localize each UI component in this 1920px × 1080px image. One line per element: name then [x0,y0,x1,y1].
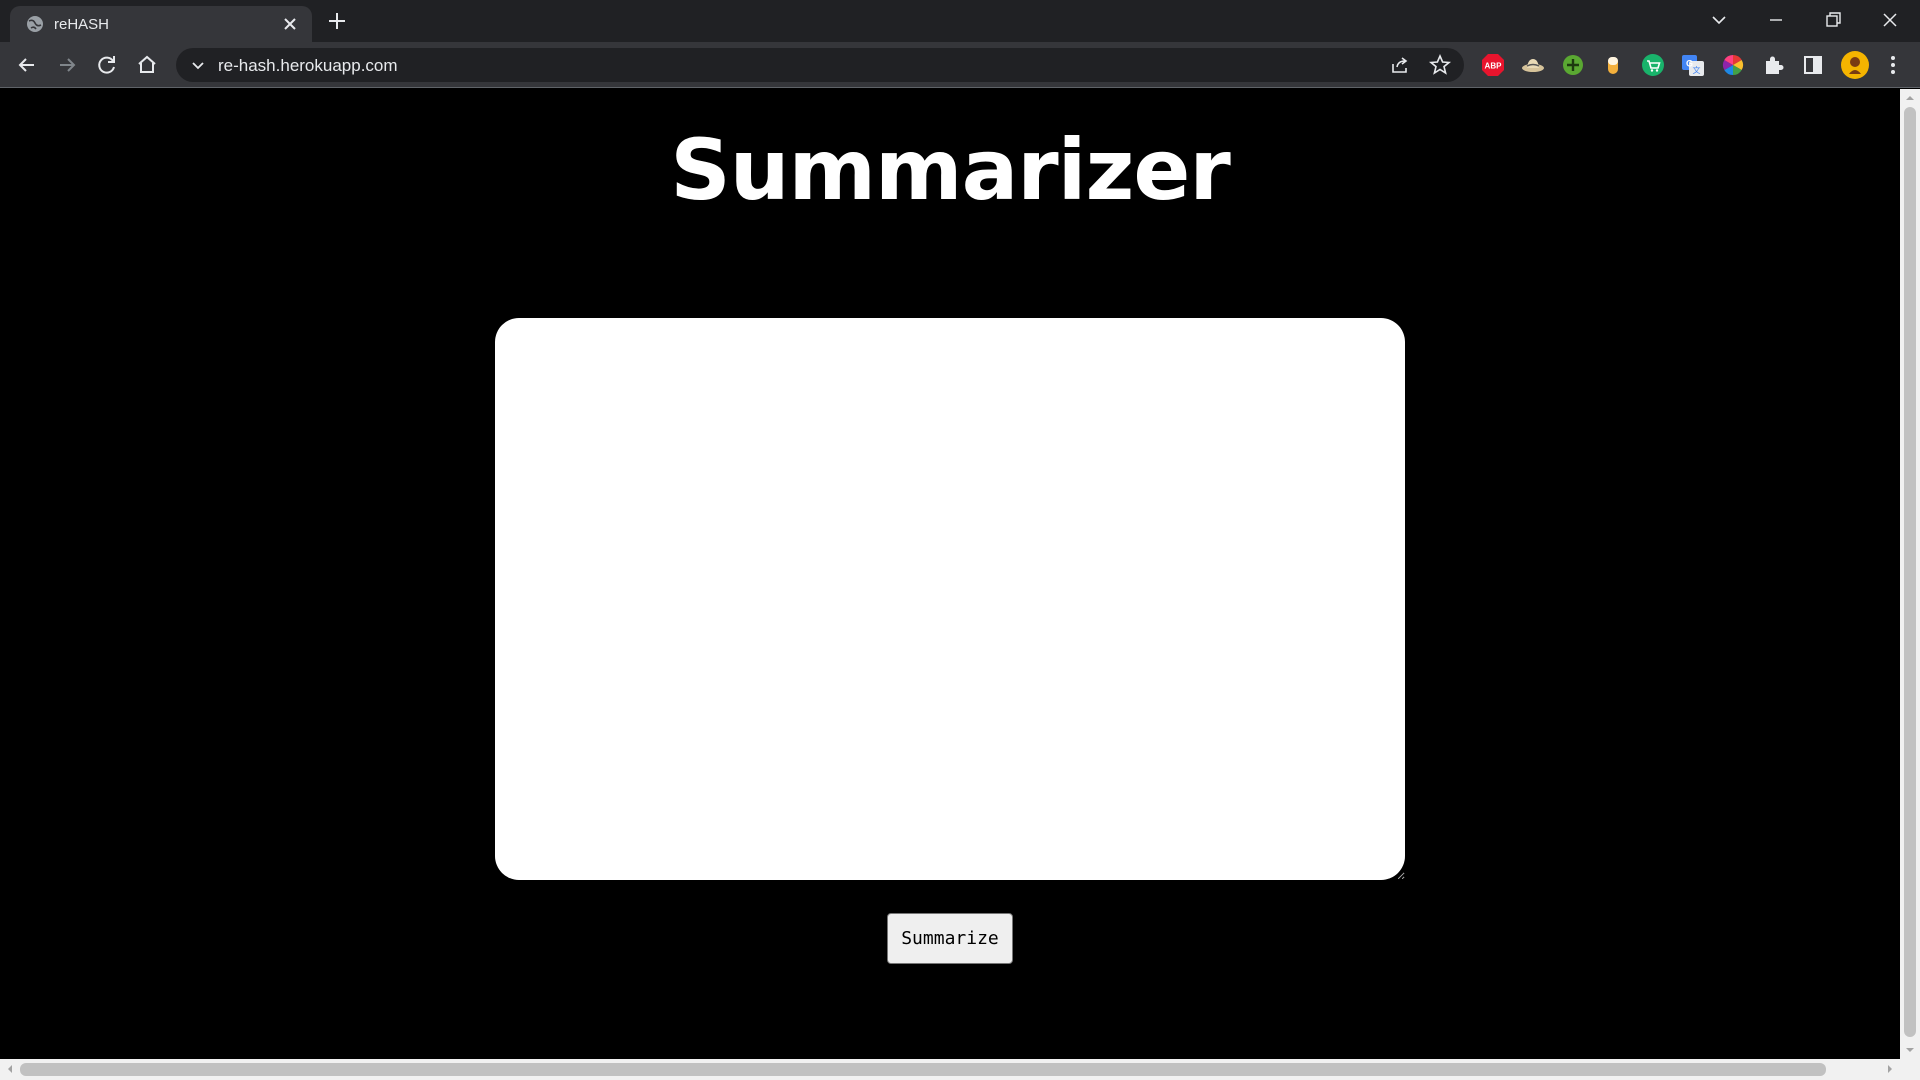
tab-rehash[interactable]: reHASH [10,6,312,42]
browser-toolbar: re-hash.herokuapp.com ABP G 文 [0,42,1920,88]
tab-search-icon[interactable] [1707,8,1731,32]
menu-kebab-icon[interactable] [1880,52,1906,78]
reload-icon[interactable] [94,52,120,78]
home-icon[interactable] [134,52,160,78]
close-tab-icon[interactable] [280,14,300,34]
site-info-icon[interactable] [186,53,210,77]
cart-icon[interactable] [1640,52,1666,78]
translate-icon[interactable]: G 文 [1680,52,1706,78]
page-title: Summarizer [670,121,1231,219]
extensions-puzzle-icon[interactable] [1760,52,1786,78]
new-tab-icon[interactable] [326,10,348,32]
scroll-up-icon[interactable] [1904,92,1916,104]
green-plus-icon[interactable] [1560,52,1586,78]
scroll-right-icon[interactable] [1884,1063,1896,1075]
globe-icon [27,16,43,32]
forward-icon[interactable] [54,52,80,78]
minimize-icon[interactable] [1764,8,1788,32]
svg-text:ABP: ABP [1485,62,1503,71]
share-icon[interactable] [1388,53,1412,77]
drop-icon[interactable] [1600,52,1626,78]
text-input-area[interactable] [495,318,1405,880]
color-wheel-icon[interactable] [1720,52,1746,78]
svg-text:文: 文 [1693,65,1701,75]
profile-avatar-icon[interactable] [1840,50,1870,80]
address-bar[interactable]: re-hash.herokuapp.com [176,48,1464,82]
adblock-plus-icon[interactable]: ABP [1480,52,1506,78]
url-text[interactable]: re-hash.herokuapp.com [218,56,398,76]
vertical-scrollbar[interactable] [1900,89,1920,1059]
hat-icon[interactable] [1520,52,1546,78]
scroll-left-icon[interactable] [4,1063,16,1075]
side-panel-icon[interactable] [1800,52,1826,78]
tab-title: reHASH [54,16,110,33]
page-viewport: Summarizer Summarize [0,89,1900,1059]
vertical-scroll-thumb[interactable] [1904,107,1916,1037]
scroll-down-icon[interactable] [1904,1044,1916,1056]
horizontal-scrollbar[interactable] [0,1059,1920,1080]
tab-strip: reHASH [0,0,1920,42]
close-window-icon[interactable] [1878,8,1902,32]
bookmark-star-icon[interactable] [1428,53,1452,77]
back-icon[interactable] [14,52,40,78]
horizontal-scroll-thumb[interactable] [20,1063,1826,1076]
summarize-button[interactable]: Summarize [887,913,1013,964]
restore-icon[interactable] [1821,8,1845,32]
